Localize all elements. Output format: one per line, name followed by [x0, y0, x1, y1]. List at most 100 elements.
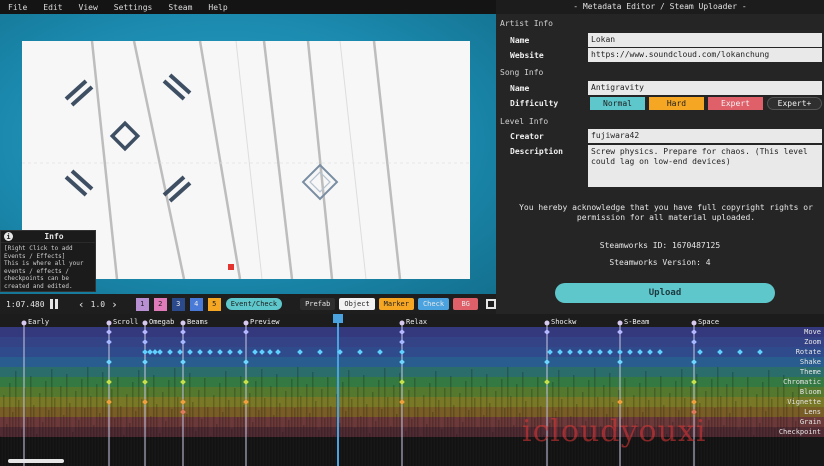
waveform-bar: [237, 417, 239, 466]
waveform-bar: [240, 376, 242, 466]
artist-name-field[interactable]: Lokan: [588, 33, 822, 47]
layer-2-button[interactable]: 2: [153, 297, 167, 311]
chevron-left-icon[interactable]: ‹: [78, 298, 85, 311]
waveform-bar: [369, 433, 371, 466]
waveform-bar: [489, 403, 491, 466]
checkpoint-label[interactable]: Preview: [250, 318, 280, 326]
waveform-bar: [198, 390, 200, 466]
timeline-zoom-slider[interactable]: [8, 459, 64, 463]
tab-object[interactable]: Object: [339, 298, 375, 310]
waveform-bar: [33, 405, 35, 466]
checkpoint-label[interactable]: Omegab: [149, 318, 174, 326]
waveform-bar: [78, 420, 80, 466]
waveform-bar: [129, 423, 131, 466]
waveform-bar: [327, 377, 329, 466]
waveform-bar: [300, 396, 302, 466]
difficulty-expert-plus-button[interactable]: Expert+: [767, 97, 822, 110]
checkpoint-label[interactable]: Relax: [406, 318, 427, 326]
layer-buttons: 1 2 3 4 5: [135, 297, 226, 311]
layer-3-button[interactable]: 3: [171, 297, 185, 311]
waveform-bar: [51, 369, 53, 466]
upload-button[interactable]: Upload: [555, 283, 775, 303]
playhead-marker[interactable]: [228, 264, 234, 270]
waveform-bar: [372, 392, 374, 466]
waveform-bar: [276, 374, 278, 466]
description-field[interactable]: Screw physics. Prepare for chaos. (This …: [588, 145, 822, 187]
menu-steam[interactable]: Steam: [160, 3, 200, 12]
pause-icon[interactable]: [50, 299, 59, 309]
song-name-field[interactable]: Antigravity: [588, 81, 822, 95]
waveform-bar: [765, 411, 767, 466]
tab-bg[interactable]: BG: [453, 298, 479, 310]
steamworks-version: Steamworks Version: 4: [609, 258, 711, 267]
waveform-bar: [414, 378, 416, 466]
checkpoint-label[interactable]: Scroll: [113, 318, 138, 326]
checkpoint-marker: [106, 320, 112, 326]
waveform-bar: [48, 410, 50, 466]
waveform-bar: [3, 395, 5, 466]
waveform-bar: [243, 405, 245, 466]
artist-info-heading: Artist Info: [500, 19, 553, 28]
checkpoint-label[interactable]: S-Beam: [624, 318, 649, 326]
event-check-toggle[interactable]: Event/Check: [225, 298, 283, 310]
creator-field[interactable]: fujiwara42: [588, 129, 822, 143]
song-name-label: Name: [510, 84, 530, 93]
waveform-bar: [66, 374, 68, 466]
waveform-bar: [264, 398, 266, 466]
menu-bar: File Edit View Settings Steam Help: [0, 0, 496, 14]
waveform-bar: [39, 393, 41, 466]
checkpoint-label[interactable]: Space: [698, 318, 719, 326]
fullscreen-icon[interactable]: [486, 299, 496, 309]
waveform-bar: [318, 430, 320, 466]
checkpoint-label[interactable]: Shockw: [551, 318, 576, 326]
metadata-editor: - Metadata Editor / Steam Uploader - Art…: [496, 0, 824, 314]
layer-4-button[interactable]: 4: [189, 297, 203, 311]
menu-edit[interactable]: Edit: [35, 3, 70, 12]
checkpoint-label[interactable]: Beams: [187, 318, 208, 326]
menu-file[interactable]: File: [0, 3, 35, 12]
waveform-bar: [120, 406, 122, 466]
difficulty-hard-button[interactable]: Hard: [649, 97, 704, 110]
event-type-label: Zoom: [804, 338, 821, 346]
layer-1-button[interactable]: 1: [135, 297, 149, 311]
event-type-label: Chromatic: [783, 378, 821, 386]
waveform-bar: [480, 386, 482, 466]
waveform-bar: [762, 382, 764, 466]
tab-prefab[interactable]: Prefab: [300, 298, 336, 310]
waveform-bar: [741, 389, 743, 466]
waveform-bar: [750, 406, 752, 466]
stage-stripe: [306, 41, 334, 279]
waveform-bar: [228, 400, 230, 466]
menu-view[interactable]: View: [71, 3, 106, 12]
difficulty-normal-button[interactable]: Normal: [590, 97, 645, 110]
waveform-bar: [204, 378, 206, 466]
waveform-bar: [288, 420, 290, 466]
tab-check[interactable]: Check: [417, 298, 450, 310]
tab-marker[interactable]: Marker: [378, 298, 414, 310]
website-field[interactable]: https://www.soundcloud.com/lokanchung: [588, 48, 822, 62]
stage-stripe: [198, 41, 242, 279]
waveform-bar: [417, 407, 419, 466]
waveform-bar: [234, 388, 236, 466]
waveform-bar: [159, 433, 161, 466]
waveform-bar: [729, 413, 731, 466]
waveform-bar: [708, 420, 710, 466]
waveform-bar: [255, 381, 257, 466]
time-readout: 1:07.480: [6, 299, 45, 309]
waveform-bar: [435, 371, 437, 466]
waveform-bar: [714, 408, 716, 466]
waveform-bar: [273, 415, 275, 466]
waveform-bar: [462, 422, 464, 466]
waveform-bar: [93, 425, 95, 466]
menu-settings[interactable]: Settings: [106, 3, 161, 12]
menu-help[interactable]: Help: [200, 3, 235, 12]
waveform-bar: [732, 372, 734, 466]
waveform-bar: [309, 413, 311, 466]
checkpoint-label[interactable]: Early: [28, 318, 49, 326]
waveform-bar: [126, 394, 128, 466]
chevron-right-icon[interactable]: ›: [111, 298, 118, 311]
waveform-bar: [450, 376, 452, 466]
waveform-bar: [357, 387, 359, 466]
layer-5-button[interactable]: 5: [207, 297, 221, 311]
difficulty-expert-button[interactable]: Expert: [708, 97, 763, 110]
